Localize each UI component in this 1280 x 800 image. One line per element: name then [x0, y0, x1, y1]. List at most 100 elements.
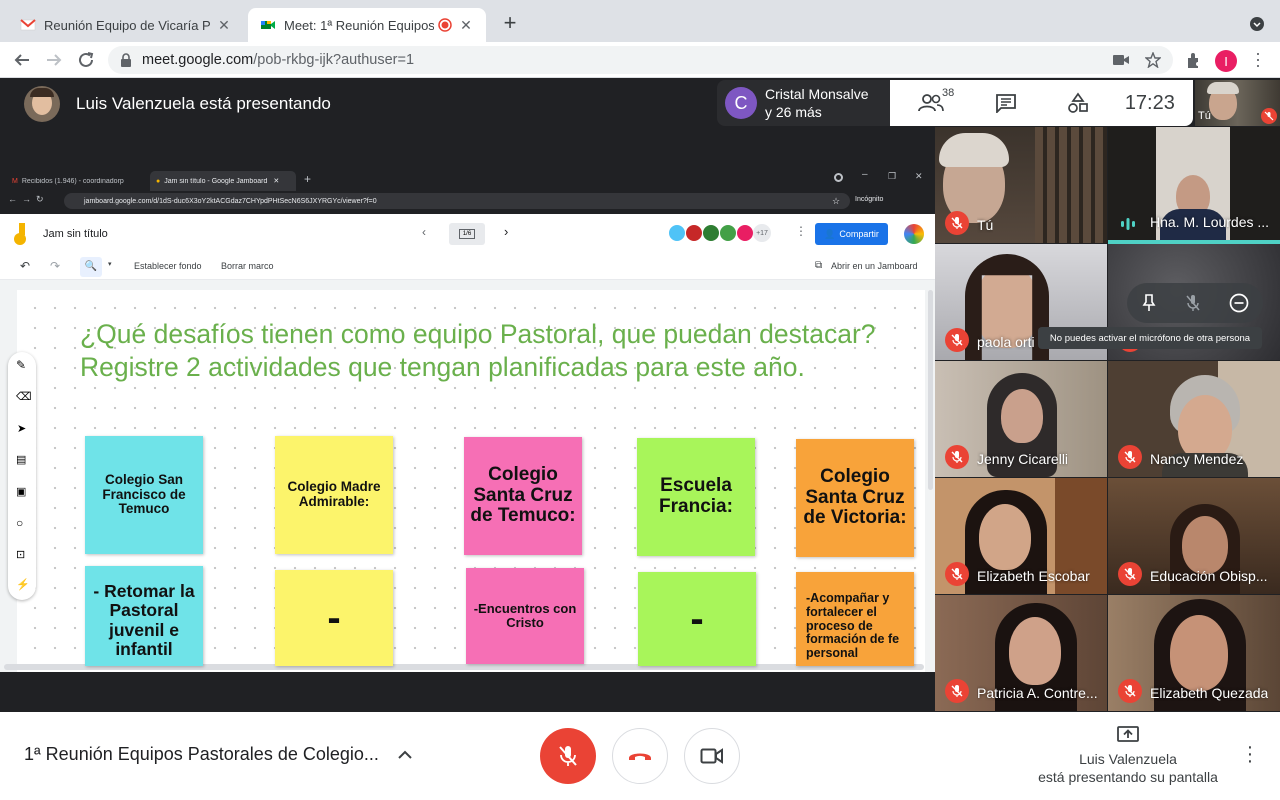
forward-icon[interactable]: [45, 51, 63, 69]
gmail-icon: [20, 19, 36, 31]
chat-avatar: C: [725, 87, 757, 119]
participant-tile[interactable]: Patricia A. Contre...: [935, 595, 1107, 711]
meet-panel-buttons: 38 17:23: [890, 80, 1193, 126]
shared-address-bar: jamboard.google.com/d/1dS-duc6X3oY2ktACG…: [64, 193, 850, 209]
presenter-name: Luis Valenzuela: [1079, 751, 1177, 767]
participant-name: Elizabeth Quezada: [1150, 685, 1269, 701]
chat-line-1: Cristal Monsalve: [765, 86, 869, 102]
mic-off-icon: [559, 746, 577, 766]
address-bar[interactable]: meet.google.com/pob-rkbg-ijk?authuser=1: [108, 46, 1173, 74]
present-screen-icon: [1117, 726, 1139, 742]
meeting-title[interactable]: 1ª Reunión Equipos Pastorales de Colegio…: [24, 744, 412, 765]
new-tab-button[interactable]: +: [500, 12, 520, 34]
jam-side-toolbar: ✎ ⌫ ➤ ▤ ▣ ○ ⊡ ⚡: [8, 352, 36, 600]
participant-tile[interactable]: Elizabeth Escobar: [935, 478, 1107, 594]
mic-off-icon: [945, 328, 969, 352]
participant-tile[interactable]: Tú: [935, 127, 1107, 243]
collaborator-avatar: [719, 224, 737, 242]
sticky-note: Colegio San Francisco de Temuco: [85, 436, 203, 554]
chat-icon: [996, 94, 1017, 113]
mic-off-icon: [945, 211, 969, 235]
tile-hover-controls: [1127, 283, 1263, 323]
close-tab-icon[interactable]: ✕: [216, 17, 232, 34]
url-host: meet.google.com: [142, 52, 254, 68]
sticky-note: Colegio Madre Admirable:: [275, 436, 393, 554]
redo-icon: ↷: [50, 259, 61, 273]
shared-nav-icons: ← → ↻: [8, 194, 44, 204]
shared-tab-jamboard: ● Jam sin título - Google Jamboard ✕: [150, 171, 296, 191]
sticky-note: -Acompañar y fortalecer el proceso de fo…: [796, 572, 914, 666]
participants-count: 38: [942, 87, 955, 99]
mic-off-icon: [945, 679, 969, 703]
reload-icon[interactable]: [77, 51, 95, 69]
recording-icon: [438, 18, 452, 32]
bookmark-star-icon[interactable]: [1145, 52, 1161, 68]
activities-icon: [1068, 92, 1088, 113]
hang-up-icon: [629, 753, 651, 760]
shared-new-tab-icon: +: [304, 172, 312, 186]
leave-call-button[interactable]: [612, 728, 668, 784]
jam-title: Jam sin título: [43, 228, 108, 240]
participant-tile[interactable]: Nancy Mendez: [1108, 361, 1280, 477]
undo-icon: ↶: [20, 259, 31, 273]
jamboard-toolbar: ↶ ↷ 🔍 ▾ Establecer fondo Borrar marco ⧉ …: [0, 254, 935, 280]
participant-tile[interactable]: Educación Obisp...: [1108, 478, 1280, 594]
self-view-thumbnail[interactable]: Tú: [1195, 80, 1280, 126]
jam-share-button: 👤 Compartir: [815, 223, 888, 245]
participant-tile[interactable]: Jenny Cicarelli: [935, 361, 1107, 477]
zoom-icon: 🔍: [80, 257, 102, 277]
shared-tab-label: Jam sin título - Google Jamboard: [164, 177, 268, 185]
meeting-title-text: 1ª Reunión Equipos Pastorales de Colegio…: [24, 744, 379, 764]
participant-name: Jenny Cicarelli: [977, 451, 1069, 467]
mic-off-icon: [1261, 108, 1277, 124]
lock-icon: [121, 53, 131, 67]
toggle-mic-button[interactable]: [540, 728, 596, 784]
mic-off-icon: [945, 562, 969, 586]
url-path: /pob-rkbg-ijk?authuser=1: [253, 52, 415, 68]
activities-button[interactable]: [1049, 92, 1107, 114]
presenter-label: Luis Valenzuela está presentando: [76, 94, 331, 113]
mute-participant-icon[interactable]: [1185, 294, 1201, 312]
collaborator-avatar: [702, 224, 720, 242]
shared-minimize-icon: –: [862, 169, 868, 180]
chat-button[interactable]: [978, 93, 1036, 113]
prev-frame-icon: ‹: [422, 225, 426, 239]
browser-tab-meet[interactable]: Meet: 1ª Reunión Equipos Pastorales ✕: [248, 8, 486, 42]
browser-menu-icon[interactable]: · · ·: [1255, 44, 1261, 74]
extensions-icon[interactable]: [1185, 52, 1202, 69]
shared-incognito-label: Incógnito: [855, 196, 884, 203]
clear-frame-button: Borrar marco: [221, 261, 274, 271]
frame-indicator: 1/6: [449, 223, 485, 245]
tab-title: Reunión Equipo de Vicaría Past: [44, 17, 210, 33]
remove-participant-icon[interactable]: [1229, 293, 1249, 313]
zoom-dropdown-icon: ▾: [108, 261, 112, 268]
people-icon: [917, 94, 944, 112]
participant-tile[interactable]: Hna. M. Lourdes ...: [1108, 127, 1280, 244]
jam-more-icon: ⋮: [795, 224, 807, 238]
chat-preview-chip[interactable]: C Cristal Monsalve y 26 más: [717, 80, 890, 126]
open-in-jamboard-button: Abrir en un Jamboard: [831, 261, 918, 271]
mic-off-icon: [1118, 679, 1142, 703]
presenter-avatar: [24, 86, 60, 122]
browser-tab-strip: Reunión Equipo de Vicaría Past ✕ Meet: 1…: [0, 0, 1280, 42]
text-box-icon: ⊡: [16, 549, 26, 561]
sticky-note: Colegio Santa Cruz de Temuco:: [464, 437, 582, 555]
presenter-info: Luis Valenzuela está presentando: [24, 84, 331, 124]
tab-search-icon[interactable]: [1250, 17, 1264, 31]
profile-avatar[interactable]: I: [1215, 50, 1237, 72]
shared-star-icon: ☆: [832, 196, 841, 206]
sticky-note: -: [275, 570, 393, 666]
close-tab-icon[interactable]: ✕: [458, 17, 474, 34]
next-frame-icon: ›: [504, 224, 509, 239]
more-options-icon[interactable]: · · ·: [1246, 737, 1254, 771]
people-button[interactable]: 38: [902, 87, 960, 113]
collaborator-avatar: [668, 224, 686, 242]
camera-permission-icon[interactable]: [1113, 54, 1129, 66]
browser-tab-gmail[interactable]: Reunión Equipo de Vicaría Past ✕: [8, 8, 244, 42]
pin-icon[interactable]: [1141, 294, 1157, 312]
back-icon[interactable]: [13, 51, 31, 69]
toggle-camera-button[interactable]: [684, 728, 740, 784]
participant-tile[interactable]: Elizabeth Quezada: [1108, 595, 1280, 711]
chevron-up-icon[interactable]: [398, 750, 412, 760]
meet-icon: [261, 21, 275, 29]
